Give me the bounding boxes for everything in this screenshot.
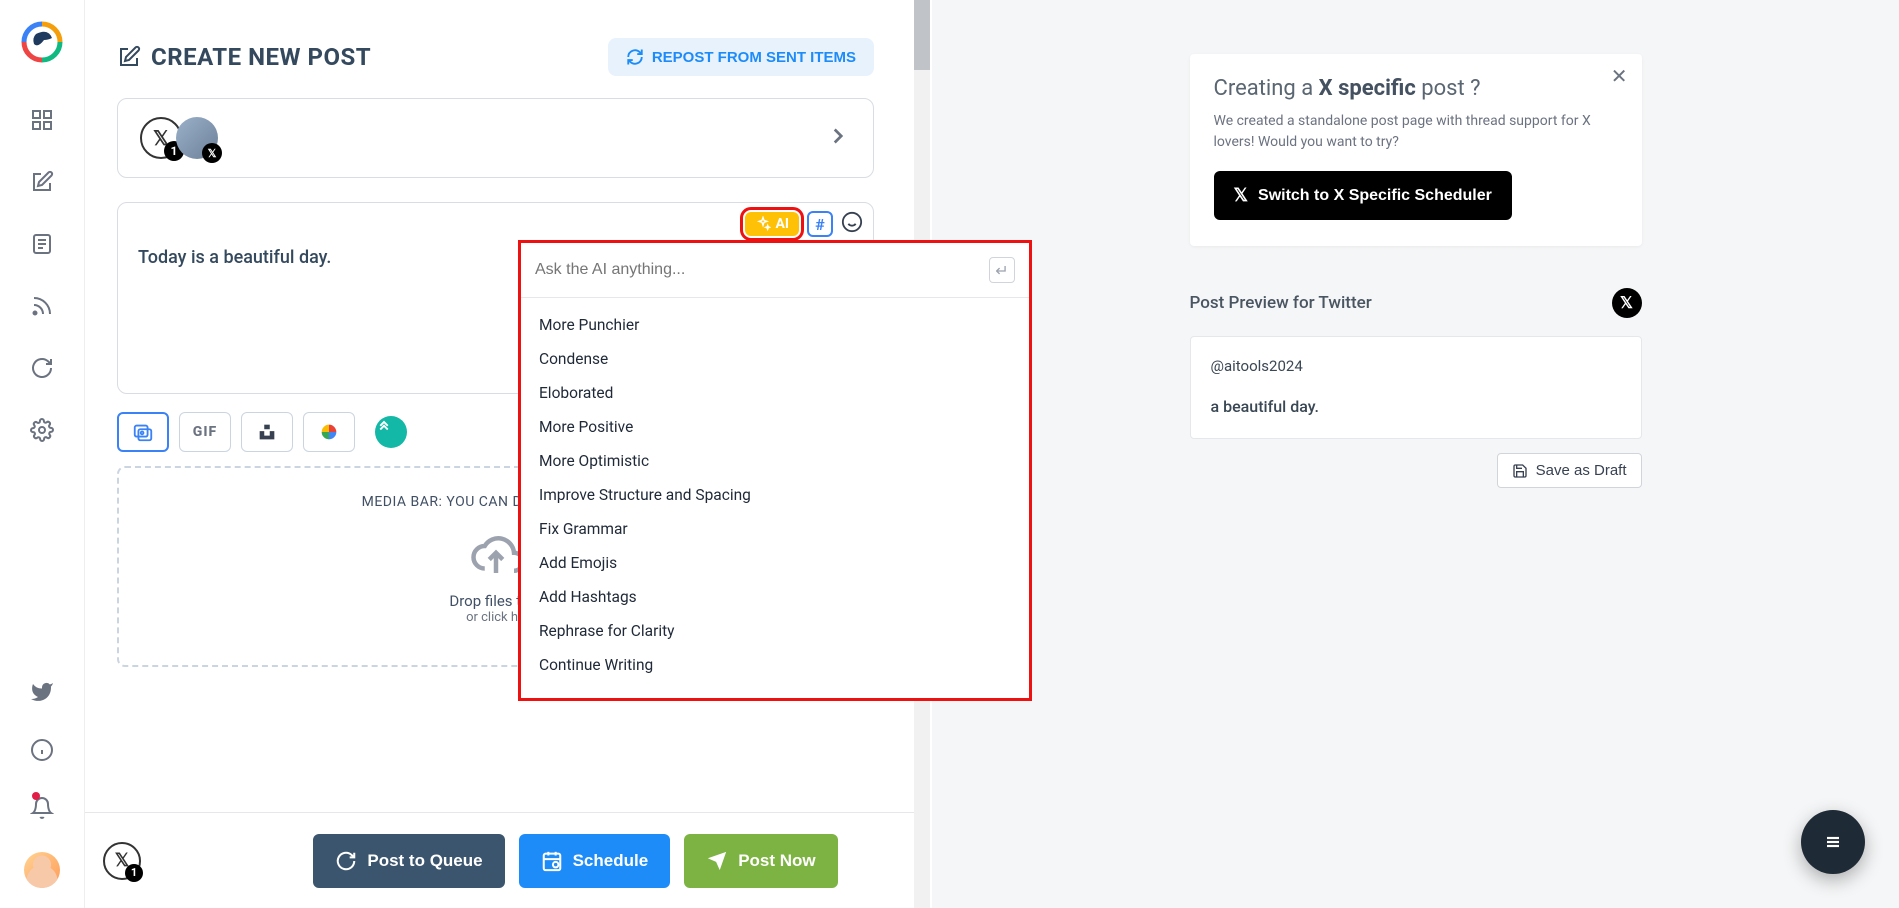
bottom-account-badge: 1 — [125, 864, 143, 882]
ai-item[interactable]: Continue Writing — [521, 648, 1029, 682]
bottom-account-indicator[interactable]: 𝕏 1 — [103, 842, 141, 880]
save-draft-label: Save as Draft — [1536, 462, 1627, 479]
scrollbar-thumb[interactable] — [914, 0, 930, 70]
calendar-icon — [541, 850, 563, 872]
chevron-right-icon — [825, 123, 851, 153]
page-header: CREATE NEW POST REPOST FROM SENT ITEMS — [117, 38, 914, 76]
help-fab[interactable] — [1801, 810, 1865, 874]
nav-twitter[interactable] — [28, 678, 56, 706]
ai-item[interactable]: Eloborated — [521, 376, 1029, 410]
compose-icon — [117, 45, 141, 69]
repost-label: REPOST FROM SENT ITEMS — [652, 49, 856, 66]
ai-item[interactable]: More Positive — [521, 410, 1029, 444]
ai-item[interactable]: More Punchier — [521, 308, 1029, 342]
media-image-button[interactable] — [117, 412, 169, 452]
gif-label: GIF — [193, 424, 217, 440]
notification-dot — [32, 792, 40, 800]
app-logo — [18, 18, 66, 66]
sparkle-icon — [755, 216, 771, 232]
tip-card: ✕ Creating a X specific post ? We create… — [1190, 54, 1642, 246]
nav-rss[interactable] — [28, 292, 56, 320]
bottom-action-bar: 𝕏 1 Post to Queue Schedule Post Now — [85, 812, 914, 908]
refresh-icon — [626, 48, 644, 66]
preview-header: Post Preview for Twitter 𝕏 — [1190, 288, 1642, 318]
switch-label: Switch to X Specific Scheduler — [1258, 187, 1492, 205]
tip-close-button[interactable]: ✕ — [1611, 64, 1628, 88]
ai-label: AI — [775, 216, 789, 232]
post-now-button[interactable]: Post Now — [684, 834, 837, 888]
queue-label: Post to Queue — [367, 851, 482, 871]
schedule-label: Schedule — [573, 851, 649, 871]
switch-scheduler-button[interactable]: 𝕏 Switch to X Specific Scheduler — [1214, 171, 1512, 220]
nav-recycle[interactable] — [28, 354, 56, 382]
x-badge-icon: 𝕏 — [1612, 288, 1642, 318]
ai-item[interactable]: Add Emojis — [521, 546, 1029, 580]
emoji-button[interactable] — [841, 211, 863, 237]
ai-submit-button[interactable]: ↵ — [989, 257, 1015, 283]
save-icon — [1512, 463, 1528, 479]
ai-input[interactable] — [535, 261, 989, 279]
nav-notifications[interactable] — [28, 794, 56, 822]
ai-button[interactable]: AI — [745, 212, 799, 236]
user-avatar[interactable] — [24, 852, 60, 888]
post-to-queue-button[interactable]: Post to Queue — [313, 834, 504, 888]
queue-icon — [335, 850, 357, 872]
x-icon: 𝕏 — [1234, 185, 1249, 206]
right-panel: ✕ Creating a X specific post ? We create… — [932, 0, 1899, 908]
tip-title: Creating a X specific post ? — [1214, 76, 1618, 101]
ai-popup: ↵ More Punchier Condense Eloborated More… — [518, 240, 1032, 701]
account-network-badge: 𝕏 — [202, 143, 222, 163]
media-more-button[interactable] — [365, 412, 417, 452]
ai-suggestion-list: More Punchier Condense Eloborated More P… — [521, 298, 1029, 698]
postnow-label: Post Now — [738, 851, 815, 871]
ai-item[interactable]: Improve Structure and Spacing — [521, 478, 1029, 512]
preview-text: a beautiful day. — [1211, 397, 1621, 416]
sidebar — [0, 0, 85, 908]
ai-item[interactable]: Add Hashtags — [521, 580, 1029, 614]
ai-item[interactable]: Fix Grammar — [521, 512, 1029, 546]
upload-cloud-icon — [469, 528, 523, 582]
preview-card: @aitools2024 a beautiful day. — [1190, 336, 1642, 439]
ai-item[interactable]: More Optimistic — [521, 444, 1029, 478]
media-unsplash-button[interactable] — [241, 412, 293, 452]
media-google-photos-button[interactable] — [303, 412, 355, 452]
schedule-button[interactable]: Schedule — [519, 834, 671, 888]
tip-body: We created a standalone post page with t… — [1214, 111, 1618, 153]
preview-handle: @aitools2024 — [1211, 357, 1621, 375]
menu-icon — [1821, 830, 1845, 854]
repost-button[interactable]: REPOST FROM SENT ITEMS — [608, 38, 874, 76]
nav-settings[interactable] — [28, 416, 56, 444]
ai-item[interactable]: Condense — [521, 342, 1029, 376]
nav-posts[interactable] — [28, 230, 56, 258]
preview-title: Post Preview for Twitter — [1190, 293, 1372, 313]
account-selector[interactable]: 𝕏 1 𝕏 — [117, 98, 874, 178]
ai-item[interactable]: Rephrase for Clarity — [521, 614, 1029, 648]
account-avatar: 𝕏 — [176, 117, 218, 159]
nav-info[interactable] — [28, 736, 56, 764]
hashtag-button[interactable]: # — [807, 211, 833, 237]
media-gif-button[interactable]: GIF — [179, 412, 231, 452]
nav-compose[interactable] — [28, 168, 56, 196]
send-icon — [706, 850, 728, 872]
save-draft-button[interactable]: Save as Draft — [1497, 453, 1642, 488]
nav-dashboard[interactable] — [28, 106, 56, 134]
page-title: CREATE NEW POST — [151, 43, 371, 71]
